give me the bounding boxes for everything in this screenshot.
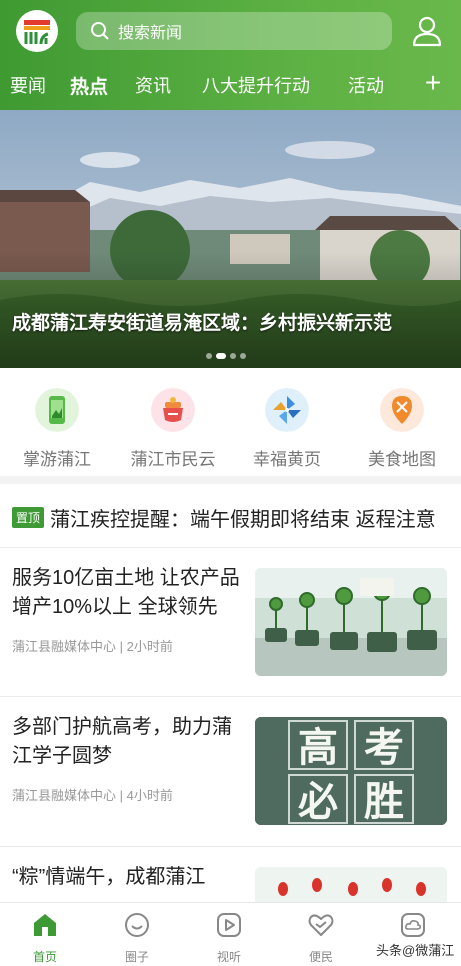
pinned-news[interactable]: 置顶 蒲江疾控提醒：端午假期即将结束 返程注意 (12, 500, 452, 534)
app-screen: 搜索新闻 要闻 热点 资讯 八大提升行动 活动 + 成都蒲江寿安街道易淹区域：乡… (0, 0, 461, 966)
tab-huodong[interactable]: 活动 (348, 72, 384, 98)
user-icon[interactable] (410, 14, 444, 48)
quick-item-meishi[interactable]: 美食地图 (347, 388, 457, 470)
news-title: 多部门护航高考，助力蒲江学子圆梦 (12, 716, 232, 767)
tab-yaowen[interactable]: 要闻 (10, 72, 46, 98)
news-title: “粽”情端午，成都蒲江 (12, 866, 206, 888)
news-thumbnail: 高 考 必 胜 (255, 717, 447, 825)
seedlings-image (255, 568, 447, 676)
pinned-badge: 置顶 (12, 506, 45, 528)
news-item[interactable]: 服务10亿亩土地 让农产品增产10%以上 全球领先 蒲江县融媒体中心 | 2小时… (0, 548, 461, 696)
section-divider (0, 476, 461, 484)
quick-label: 美食地图 (368, 450, 436, 469)
channel-tabs: 要闻 热点 资讯 八大提升行动 活动 + (0, 66, 461, 106)
quick-nav: 掌游蒲江 蒲江市民云 幸福黄页 美食地图 (0, 378, 461, 474)
nav-video[interactable]: 视听 (199, 911, 259, 965)
add-channel-icon[interactable]: + (420, 68, 446, 98)
quick-label: 幸福黄页 (253, 450, 321, 469)
app-header: 搜索新闻 要闻 热点 资讯 八大提升行动 活动 + (0, 0, 461, 110)
phone-icon (35, 388, 79, 432)
nav-circle[interactable]: 圈子 (107, 911, 167, 965)
pinwheel-icon (265, 388, 309, 432)
quick-item-shiminyun[interactable]: 蒲江市民云 (118, 388, 228, 470)
cloud-icon (401, 913, 425, 937)
carousel-dot (230, 353, 236, 359)
watermark-text: 头条@微蒲江 (376, 943, 455, 958)
food-map-icon (380, 388, 424, 432)
search-bar[interactable]: 搜索新闻 (76, 12, 392, 50)
quick-item-zhangyou[interactable]: 掌游蒲江 (2, 388, 112, 470)
search-placeholder: 搜索新闻 (118, 25, 183, 42)
quick-label: 蒲江市民云 (130, 450, 216, 469)
news-meta: 蒲江县融媒体中心 | 4小时前 (12, 788, 173, 803)
nav-label: 首页 (32, 950, 57, 964)
nav-label: 圈子 (124, 950, 149, 964)
tab-zixun[interactable]: 资讯 (135, 72, 171, 98)
banner-carousel[interactable]: 成都蒲江寿安街道易淹区域：乡村振兴新示范 (0, 110, 461, 368)
carousel-dots (206, 353, 246, 359)
carousel-dot (206, 353, 212, 359)
search-icon (91, 22, 109, 40)
banner-caption: 成都蒲江寿安街道易淹区域：乡村振兴新示范 (12, 313, 393, 334)
teapot-icon (151, 388, 195, 432)
quick-label: 掌游蒲江 (23, 450, 91, 469)
news-meta: 蒲江县融媒体中心 | 2小时前 (12, 639, 173, 654)
nav-home[interactable]: 首页 (15, 911, 75, 965)
news-title: 服务10亿亩土地 让农产品增产10%以上 全球领先 (12, 567, 240, 618)
tab-bada[interactable]: 八大提升行动 (202, 72, 310, 98)
thumb-char: 必 (298, 778, 338, 825)
carousel-dot-active (216, 353, 226, 359)
quick-item-huangye[interactable]: 幸福黄页 (232, 388, 342, 470)
app-logo[interactable] (16, 10, 58, 52)
thumb-char: 高 (298, 724, 338, 771)
thumb-char: 胜 (364, 778, 404, 825)
logo-icon (24, 20, 50, 45)
nav-label: 便民 (308, 950, 333, 964)
exam-blackboard-image: 高 考 必 胜 (255, 717, 447, 825)
smile-icon (125, 913, 149, 937)
pinned-title: 蒲江疾控提醒：端午假期即将结束 返程注意 (50, 508, 436, 531)
thumb-char: 考 (364, 724, 404, 771)
news-thumbnail (255, 568, 447, 676)
heart-hands-icon (308, 914, 334, 936)
nav-label: 视听 (216, 950, 241, 964)
news-item[interactable]: 多部门护航高考，助力蒲江学子圆梦 蒲江县融媒体中心 | 4小时前 高 考 必 胜 (0, 697, 461, 845)
tab-redian[interactable]: 热点 (70, 72, 108, 99)
play-icon (217, 913, 241, 937)
carousel-dot (240, 353, 246, 359)
home-icon (34, 914, 56, 936)
nav-service[interactable]: 便民 (291, 911, 351, 965)
